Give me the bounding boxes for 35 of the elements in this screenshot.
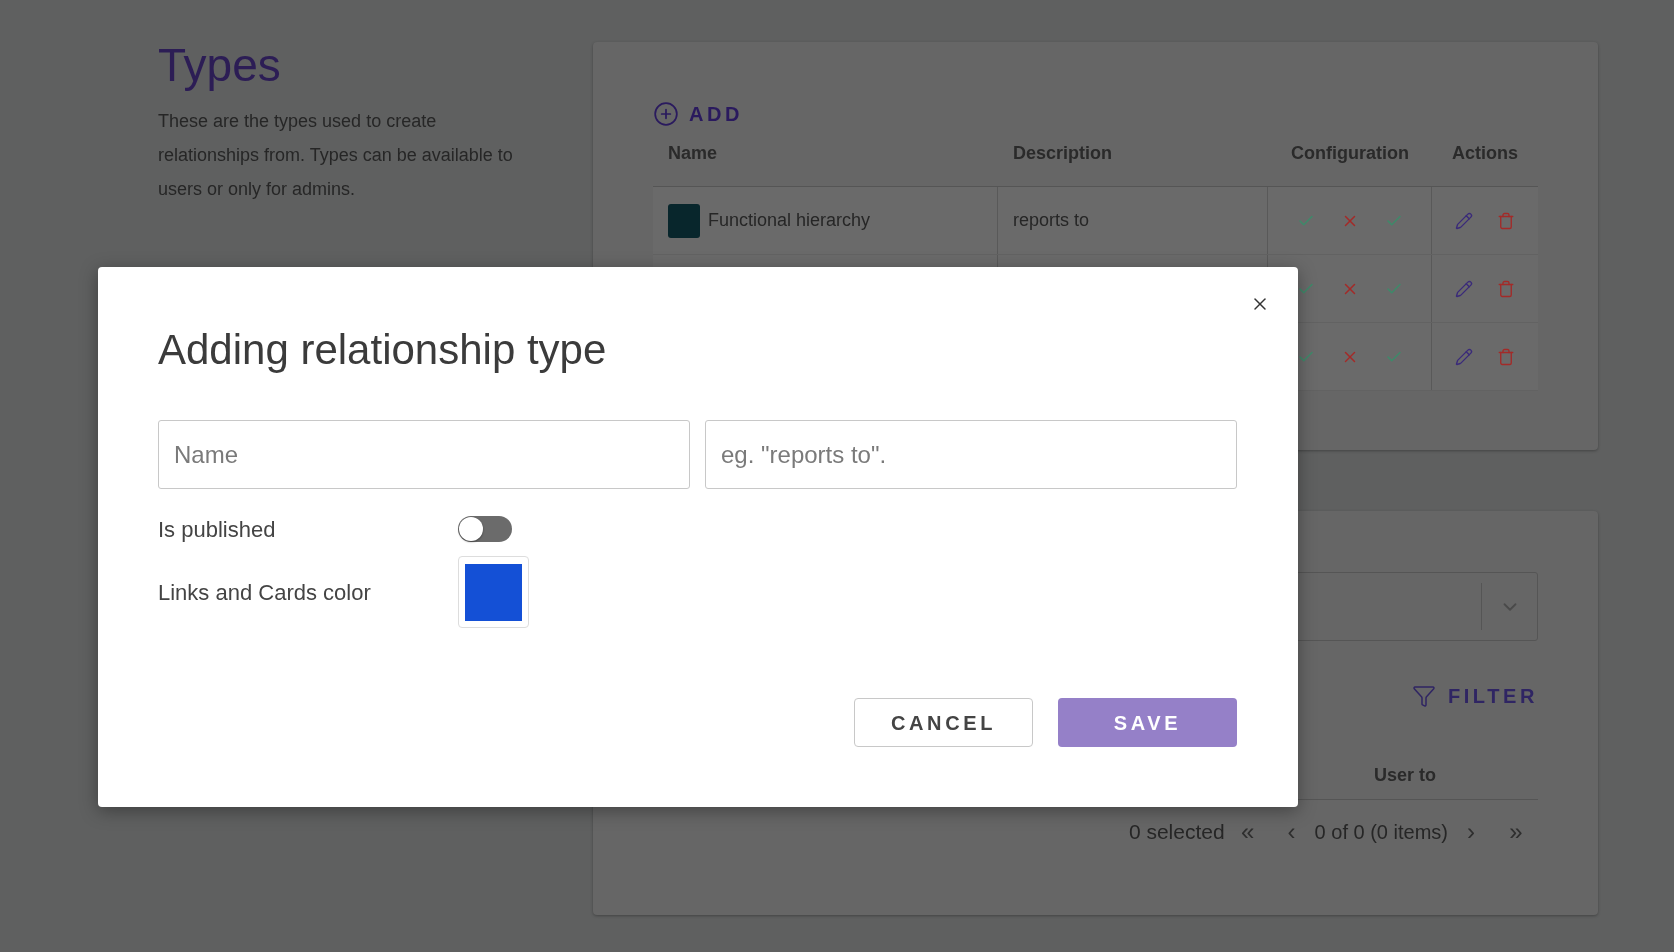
plus-circle-icon: [653, 101, 679, 127]
dialog-title: Adding relationship type: [158, 325, 608, 375]
page-description: These are the types used to create relationships from. Types can be available to users or only for admins.: [158, 110, 514, 201]
description-field[interactable]: eg. "reports to".: [705, 420, 1237, 489]
published-label: Is published: [158, 515, 277, 544]
trash-icon: [1497, 211, 1515, 230]
add-button[interactable]: ADD: [653, 101, 744, 127]
edit-button[interactable]: [1454, 278, 1474, 299]
delete-button[interactable]: [1496, 346, 1516, 367]
toggle-switch[interactable]: [458, 516, 512, 542]
pencil-icon: [1455, 347, 1473, 366]
color-picker[interactable]: [458, 556, 529, 628]
delete-button[interactable]: [1496, 278, 1516, 299]
page-title: Types: [158, 38, 282, 93]
column-header: User to: [1374, 764, 1436, 787]
edit-button[interactable]: [1454, 210, 1474, 231]
type-name: Functional hierarchy: [708, 209, 871, 232]
delete-button[interactable]: [1496, 210, 1516, 231]
column-header: Name: [668, 143, 718, 163]
column-header: Description: [1013, 143, 1113, 163]
column-header: Actions: [1452, 143, 1518, 163]
trash-icon: [1497, 347, 1515, 366]
filter-icon: [1411, 684, 1436, 708]
type-description: reports to: [1013, 209, 1090, 232]
color-label: Links and Cards color: [158, 578, 372, 607]
column-header: Configuration: [1291, 143, 1409, 163]
cancel-button[interactable]: CANCEL: [854, 698, 1033, 747]
trash-icon: [1497, 279, 1515, 298]
pencil-icon: [1455, 211, 1473, 230]
page-range: 0 of 0 (0 items): [1314, 820, 1448, 845]
edit-button[interactable]: [1454, 346, 1474, 367]
filter-button[interactable]: FILTER: [1411, 681, 1538, 711]
selected-count: 0 selected: [1128, 819, 1225, 846]
name-field[interactable]: Name: [158, 420, 690, 489]
pencil-icon: [1455, 279, 1473, 298]
